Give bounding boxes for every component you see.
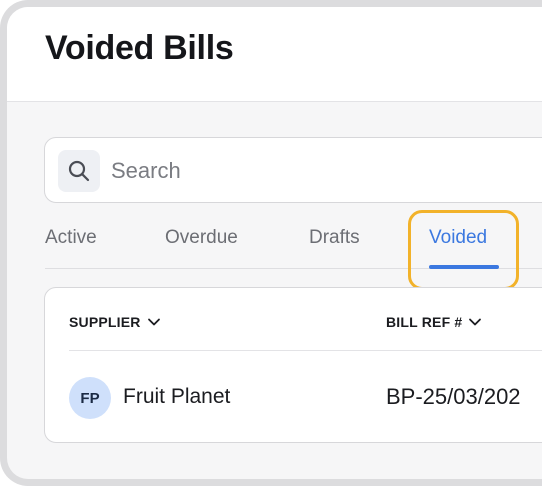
chevron-down-icon bbox=[147, 318, 160, 326]
tab-drafts[interactable]: Drafts bbox=[309, 227, 360, 249]
column-header-bill-ref[interactable]: BILL REF # bbox=[386, 314, 482, 330]
search-bar[interactable] bbox=[44, 137, 542, 203]
bills-table: SUPPLIER BILL REF # FP Fruit Planet BP-2… bbox=[44, 287, 542, 443]
app-window: Voided Bills Active Overdue Drafts Voide… bbox=[0, 0, 542, 486]
supplier-name[interactable]: Fruit Planet bbox=[123, 385, 230, 409]
search-input[interactable] bbox=[111, 152, 531, 190]
column-header-label: BILL REF # bbox=[386, 314, 463, 330]
page-title: Voided Bills bbox=[45, 29, 234, 67]
bill-ref[interactable]: BP-25/03/202 bbox=[386, 384, 521, 410]
avatar: FP bbox=[69, 377, 111, 419]
page-header: Voided Bills bbox=[7, 7, 542, 102]
header-divider bbox=[69, 350, 542, 351]
tab-active[interactable]: Active bbox=[45, 227, 97, 249]
chevron-down-icon bbox=[469, 318, 482, 326]
column-header-label: SUPPLIER bbox=[69, 314, 141, 330]
focus-highlight bbox=[408, 210, 519, 290]
tab-overdue[interactable]: Overdue bbox=[165, 227, 238, 249]
column-header-supplier[interactable]: SUPPLIER bbox=[69, 314, 161, 330]
search-icon[interactable] bbox=[58, 150, 100, 192]
